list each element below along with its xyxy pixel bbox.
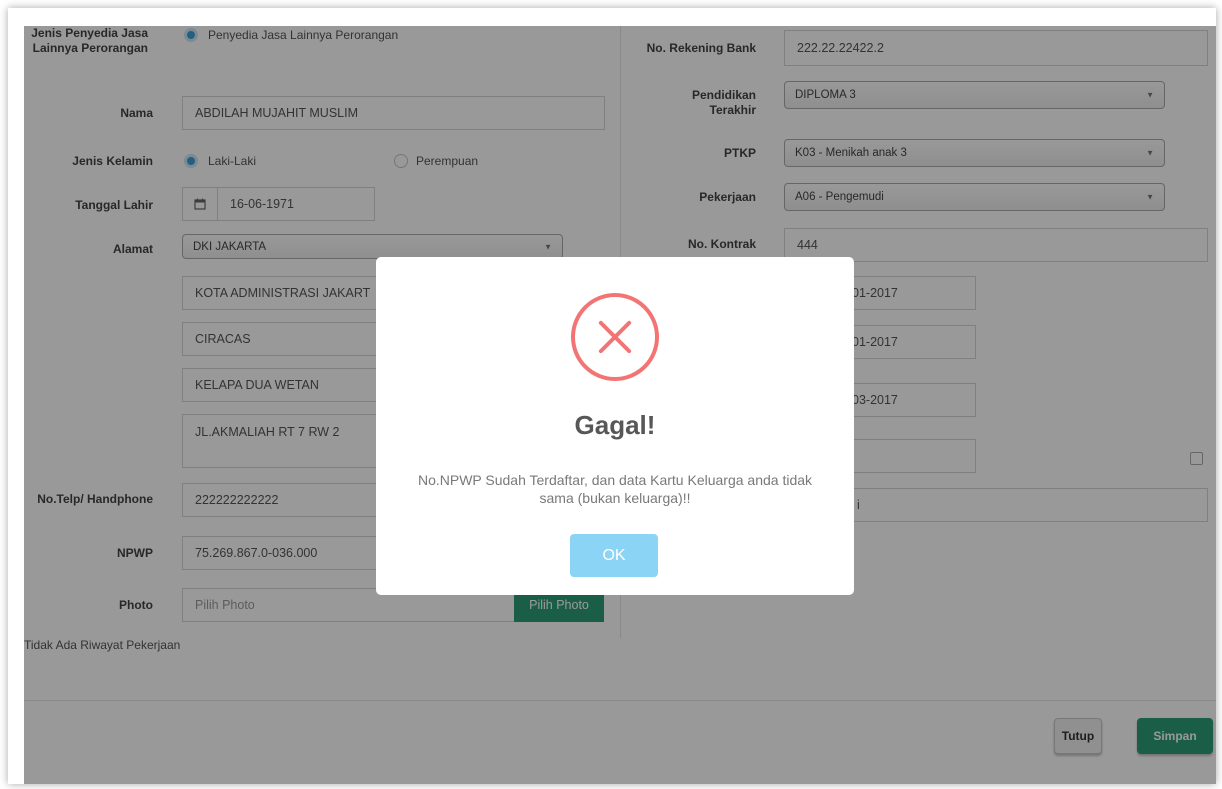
ok-button[interactable]: OK <box>570 534 658 577</box>
dialog-message: No.NPWP Sudah Terdaftar, dan data Kartu … <box>417 472 813 506</box>
error-dialog: Gagal! No.NPWP Sudah Terdaftar, dan data… <box>376 257 854 595</box>
form-page: Jenis Penyedia Jasa Lainnya Perorangan P… <box>24 26 1216 784</box>
error-x-icon <box>571 293 659 381</box>
window-frame: Jenis Penyedia Jasa Lainnya Perorangan P… <box>8 8 1216 784</box>
dialog-title: Gagal! <box>574 410 656 440</box>
